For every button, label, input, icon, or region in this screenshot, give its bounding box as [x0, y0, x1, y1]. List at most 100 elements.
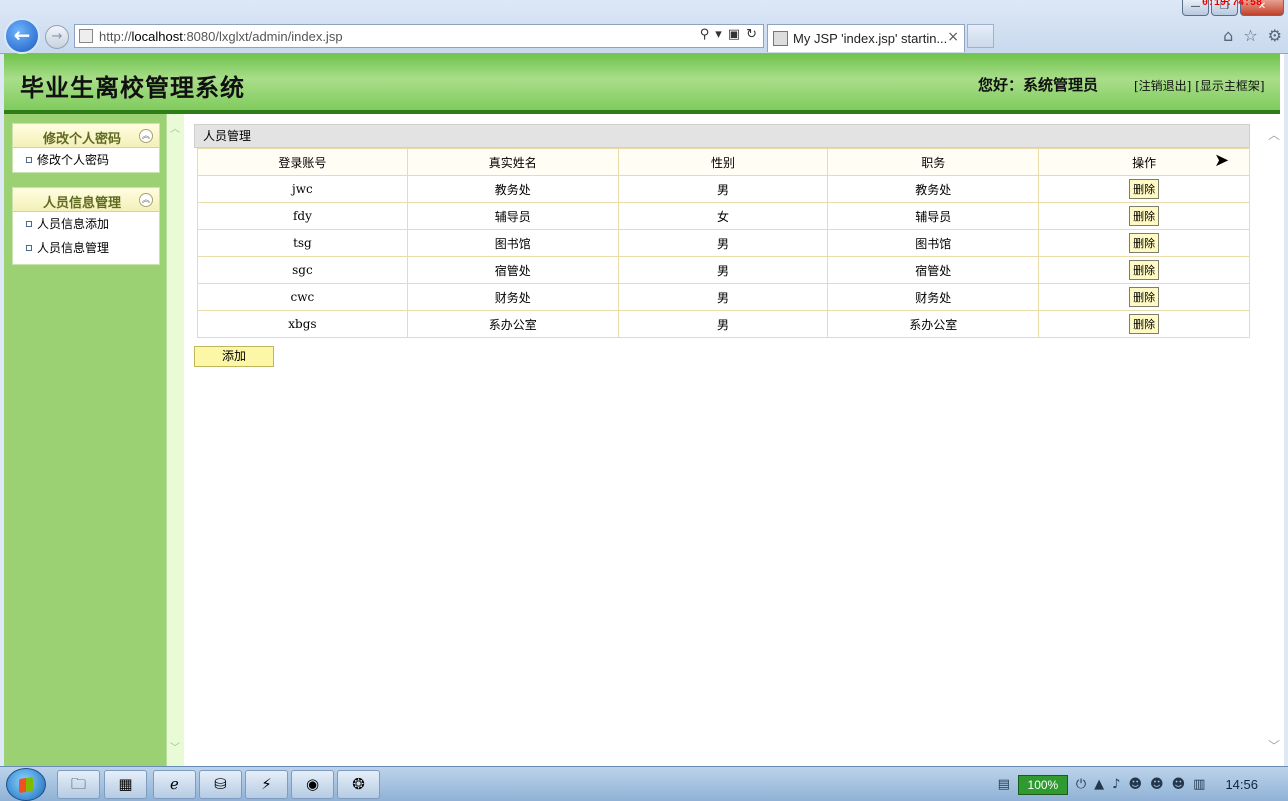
address-tools: ⚲ ▾ ▣ ↻ [700, 27, 757, 42]
browser-toolbar-right: ⌂ ☆ ⚙ [1223, 26, 1282, 45]
cell-name: 财务处 [406, 283, 619, 311]
table-row: fdy 辅导员女辅导员 删除 [197, 202, 1250, 230]
refresh-icon[interactable]: ↻ [746, 27, 757, 42]
taskbar-clock[interactable]: 14:56 [1225, 777, 1258, 792]
favorites-star-icon[interactable]: ☆ [1243, 26, 1257, 45]
sidebar-collapse-strip[interactable]: ︿ ﹀ [167, 114, 184, 766]
back-button[interactable]: ← [4, 18, 40, 54]
sidebar-item-add-personnel[interactable]: 人员信息添加 [13, 212, 159, 236]
server-taskbar-icon[interactable]: ❂ [337, 770, 380, 799]
delete-button[interactable]: 删除 [1129, 260, 1160, 280]
sidebar-item-change-password[interactable]: 修改个人密码 [13, 148, 159, 172]
start-button[interactable] [6, 768, 46, 801]
cell-account: tsg [197, 229, 408, 257]
cell-gender: 男 [617, 310, 829, 338]
cell-action: 删除 [1038, 256, 1250, 284]
forward-arrow-icon: → [51, 29, 63, 44]
column-header: 职务 [827, 148, 1040, 176]
qq-icon[interactable]: ☻ [1172, 777, 1186, 792]
bullet-icon [26, 245, 32, 251]
database-taskbar-icon[interactable]: ⛁ [199, 770, 242, 799]
cell-account: cwc [197, 283, 408, 311]
sidebar: 修改个人密码 ︽ 修改个人密码 人员信息管理 ︽ 人员信息添加 人员信息管理 [4, 114, 167, 766]
search-icon[interactable]: ⚲ [700, 27, 710, 42]
cell-role: 辅导员 [827, 202, 1040, 230]
menu-group-personnel: 人员信息管理 ︽ 人员信息添加 人员信息管理 [12, 187, 160, 265]
cell-name: 辅导员 [406, 202, 619, 230]
cell-account: sgc [197, 256, 408, 284]
column-header: 登录账号 [197, 148, 408, 176]
home-icon[interactable]: ⌂ [1223, 26, 1233, 45]
cell-role: 图书馆 [827, 229, 1040, 257]
cell-role: 教务处 [827, 175, 1040, 203]
delete-button[interactable]: 删除 [1129, 179, 1160, 199]
qq-icon[interactable]: ☻ [1150, 777, 1164, 792]
page-icon [79, 29, 93, 43]
tab-close-icon[interactable]: × [947, 29, 959, 45]
cell-name: 教务处 [406, 175, 619, 203]
column-header: 性别 [617, 148, 829, 176]
collapse-icon[interactable]: ︽ [139, 129, 153, 143]
page-scrollbar[interactable]: ︿ ﹀ [1264, 114, 1284, 766]
overlay-clock: 0:19:74:58 [1201, 0, 1262, 9]
address-url[interactable]: http://localhost:8080/lxglxt/admin/index… [99, 29, 343, 44]
qq-icon[interactable]: ☻ [1128, 777, 1142, 792]
menu-group-header[interactable]: 修改个人密码 ︽ [13, 124, 159, 148]
sidebar-item-label: 人员信息管理 [37, 241, 110, 255]
forward-button[interactable]: → [45, 25, 69, 49]
strip-down-icon[interactable]: ﹀ [170, 739, 180, 754]
table-row: cwc 财务处男财务处 删除 [197, 283, 1250, 311]
cell-gender: 男 [617, 283, 829, 311]
table-row: sgc 宿管处男宿管处 删除 [197, 256, 1250, 284]
sidebar-item-label: 修改个人密码 [37, 153, 110, 167]
new-tab-button[interactable] [967, 24, 994, 48]
address-bar[interactable]: http://localhost:8080/lxglxt/admin/index… [74, 24, 764, 48]
menu-group-header[interactable]: 人员信息管理 ︽ [13, 188, 159, 212]
cell-account: xbgs [197, 310, 408, 338]
site-header: 毕业生离校管理系统 您好：系统管理员 [注销退出] [显示主框架] [4, 54, 1280, 114]
panel-title: 人员管理 [194, 124, 1250, 148]
cell-role: 宿管处 [827, 256, 1040, 284]
show-frame-link[interactable]: [显示主框架] [1195, 79, 1264, 93]
cell-account: fdy [197, 202, 408, 230]
delete-button[interactable]: 删除 [1129, 233, 1160, 253]
main-content: 人员管理 登录账号 真实姓名 性别 职务 操作 jwc 教务处男教务处 删除 fdy 辅… [194, 124, 1250, 367]
browser-tab[interactable]: My JSP 'index.jsp' startin... × [767, 24, 965, 52]
ie-taskbar-icon[interactable]: ℯ [153, 770, 196, 799]
logout-link[interactable]: [注销退出] [1134, 79, 1191, 93]
tool-taskbar-icon[interactable]: ⚡ [245, 770, 288, 799]
compat-view-icon[interactable]: ▣ [728, 27, 740, 42]
delete-button[interactable]: 删除 [1129, 287, 1160, 307]
cell-action: 删除 [1038, 202, 1250, 230]
menu-group-title: 修改个人密码 [43, 132, 122, 147]
delete-button[interactable]: 删除 [1129, 314, 1160, 334]
volume-icon[interactable]: ♪ [1112, 777, 1120, 792]
scroll-up-icon[interactable]: ︿ [1268, 126, 1280, 143]
cell-name: 系办公室 [406, 310, 619, 338]
ide-taskbar-icon[interactable]: ◉ [291, 770, 334, 799]
cell-account: jwc [197, 175, 408, 203]
tray-expand-icon[interactable]: ▲ [1094, 777, 1104, 792]
power-plug-icon[interactable]: ⏻ [1076, 777, 1086, 792]
tab-title: My JSP 'index.jsp' startin... [793, 31, 948, 46]
sidebar-item-manage-personnel[interactable]: 人员信息管理 [13, 236, 159, 260]
add-button[interactable]: 添加 [194, 346, 274, 367]
explorer-taskbar-icon[interactable]: 🗀 [57, 770, 100, 799]
scroll-down-icon[interactable]: ﹀ [1268, 737, 1280, 754]
cell-action: 删除 [1038, 175, 1250, 203]
cell-gender: 男 [617, 256, 829, 284]
collapse-icon[interactable]: ︽ [139, 193, 153, 207]
column-header: 真实姓名 [406, 148, 619, 176]
bullet-icon [26, 157, 32, 163]
app-taskbar-icon[interactable]: ▦ [104, 770, 147, 799]
tab-page-icon [773, 31, 788, 46]
strip-up-icon[interactable]: ︿ [170, 120, 180, 135]
greeting: 您好：系统管理员 [978, 76, 1099, 94]
dropdown-icon[interactable]: ▾ [715, 27, 722, 42]
input-method-icon[interactable]: ▤ [998, 777, 1010, 792]
network-icon[interactable]: ▥ [1193, 777, 1205, 792]
battery-indicator[interactable]: 100% [1017, 774, 1068, 795]
settings-gear-icon[interactable]: ⚙ [1268, 26, 1282, 45]
delete-button[interactable]: 删除 [1129, 206, 1160, 226]
cell-role: 系办公室 [827, 310, 1040, 338]
